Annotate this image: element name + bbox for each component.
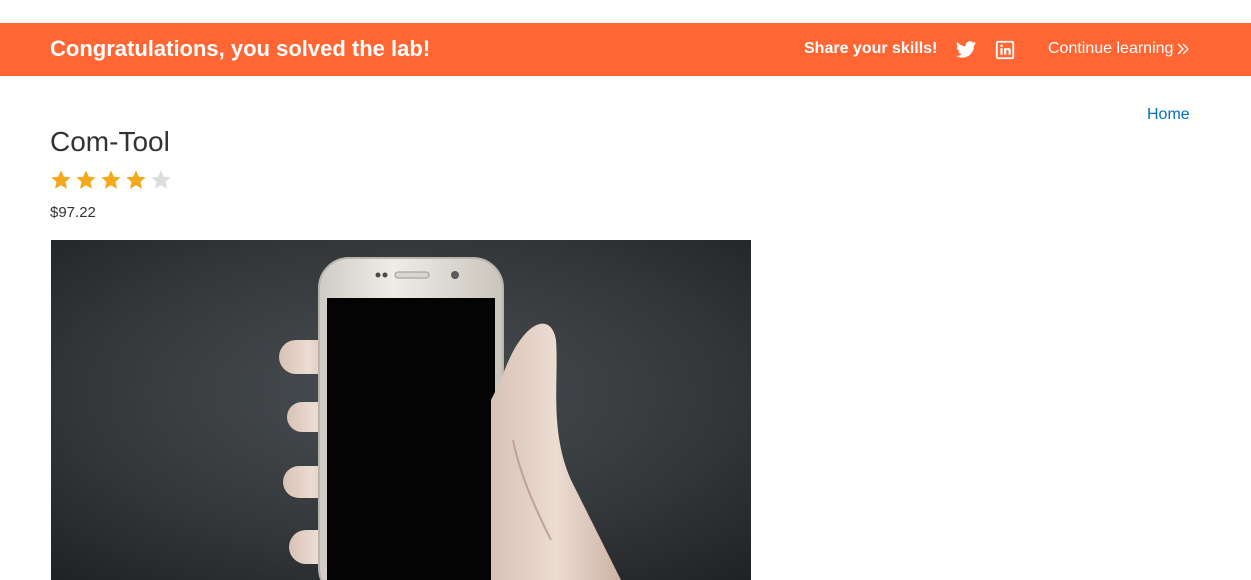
star-icon <box>101 170 121 189</box>
product-price: $97.22 <box>50 204 96 221</box>
product-image <box>51 240 751 580</box>
star-icon <box>126 170 146 189</box>
banner-title: Congratulations, you solved the lab! <box>50 36 431 61</box>
star-icon <box>151 170 171 189</box>
star-icon <box>51 170 71 189</box>
home-link[interactable]: Home <box>1147 106 1190 124</box>
star-icon <box>76 170 96 189</box>
lab-solved-banner: Congratulations, you solved the lab! Sha… <box>0 23 1251 76</box>
linkedin-icon[interactable] <box>994 39 1016 61</box>
continue-learning-link[interactable]: Continue learning <box>1048 40 1190 58</box>
product-title: Com-Tool <box>50 126 170 157</box>
share-label: Share your skills! <box>804 40 938 57</box>
product-rating <box>50 169 172 191</box>
continue-learning-label: Continue learning <box>1048 40 1174 57</box>
twitter-icon[interactable] <box>955 39 977 61</box>
double-chevron-right-icon <box>1177 43 1190 55</box>
